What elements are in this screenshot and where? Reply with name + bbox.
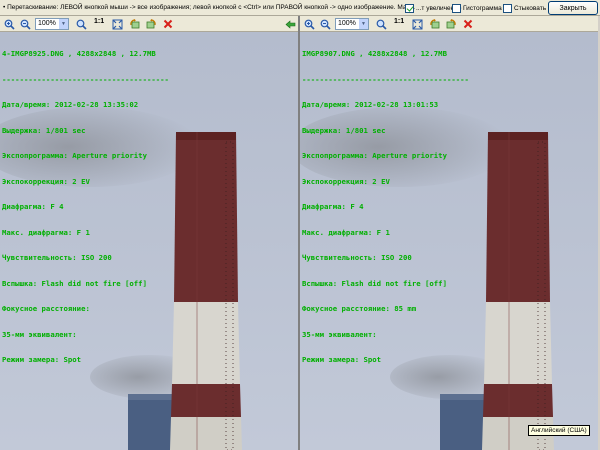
chevron-down-icon[interactable]: ▼ (359, 19, 368, 29)
rotate-left-icon[interactable] (128, 18, 140, 30)
checkbox-box[interactable] (405, 3, 414, 13)
zoom-value: 100% (38, 20, 56, 27)
exif-info-overlay: 4-IMGP8925.DNG , 4288x2848 , 12.7MB ----… (2, 33, 169, 382)
info-line: Выдержка: 1/801 sec (302, 125, 386, 135)
info-line: Выдержка: 1/801 sec (2, 125, 86, 135)
info-line: Чувствительность: ISO 200 (2, 253, 112, 262)
back-arrow-icon[interactable] (284, 18, 296, 30)
image-toolbar: 100% ▼ 1:1 (0, 16, 298, 32)
zoom-select[interactable]: 100% ▼ (35, 18, 69, 30)
info-line: Экспопрограмма: Aperture priority (2, 151, 147, 160)
close-icon[interactable] (462, 18, 474, 30)
info-line: Режим замера: Spot (302, 355, 382, 364)
info-line: Чувствительность: ISO 200 (302, 253, 412, 262)
checkbox-label: Стыковать (514, 4, 547, 12)
fit-window-icon[interactable] (411, 18, 423, 30)
checkbox-label: Гистограмма (463, 4, 502, 12)
checkbox-box[interactable] (503, 3, 512, 13)
info-line: Фокусное расстояние: (2, 304, 90, 313)
fit-window-icon[interactable] (111, 18, 123, 30)
rotate-right-icon[interactable] (145, 18, 157, 30)
info-line: Вспышка: Flash did not fire [off] (2, 278, 147, 288)
checkbox-box[interactable] (452, 3, 461, 13)
info-line: Дата/время: 2012-02-28 13:01:53 (302, 100, 439, 109)
info-line: Вспышка: Flash did not fire [off] (302, 278, 447, 288)
info-line: Фокусное расстояние: 85 mm (302, 304, 417, 313)
info-line: Экспокоррекция: 2 EV (2, 176, 90, 186)
language-tooltip: Английский (США) (528, 425, 590, 436)
info-line: Дата/время: 2012-02-28 13:35:02 (2, 100, 139, 109)
zoom-in-icon[interactable] (303, 18, 315, 30)
zoom-fit-icon[interactable] (375, 18, 387, 30)
right-image-pane[interactable]: 100% ▼ 1:1 IMGP8907.DNG , 4288x2848 , 12… (300, 16, 598, 450)
info-line: Макс. диафрагма: F 1 (2, 227, 90, 237)
histogram-checkbox[interactable]: Гистограмма (452, 3, 502, 13)
info-line: -------------------------------------- (2, 74, 169, 84)
image-toolbar: 100% ▼ 1:1 (300, 16, 598, 32)
info-line: 35-мм эквивалент: (302, 329, 377, 339)
dock-checkbox[interactable]: Стыковать (503, 3, 546, 13)
rotate-left-icon[interactable] (428, 18, 440, 30)
zoom-out-icon[interactable] (19, 18, 31, 30)
actual-size-button[interactable]: 1:1 (94, 18, 104, 25)
zoom-out-icon[interactable] (319, 18, 331, 30)
zoom-value: 100% (338, 20, 356, 27)
rotate-right-icon[interactable] (445, 18, 457, 30)
info-line: Режим замера: Spot (2, 355, 82, 364)
chevron-down-icon[interactable]: ▼ (59, 19, 68, 29)
info-line: Диафрагма: F 4 (302, 202, 364, 211)
exif-info-overlay: IMGP8907.DNG , 4288x2848 , 12.7MB ------… (302, 33, 469, 382)
info-line: Макс. диафрагма: F 1 (302, 227, 390, 237)
info-line: Диафрагма: F 4 (2, 202, 64, 211)
zoom-in-icon[interactable] (3, 18, 15, 30)
actual-size-button[interactable]: 1:1 (394, 18, 404, 25)
info-line: 4-IMGP8925.DNG , 4288x2848 , 12.7MB (2, 49, 156, 58)
left-image-pane[interactable]: 100% ▼ 1:1 4-IMGP8925.DNG , 4288x2848 , … (0, 16, 298, 450)
zoom-select[interactable]: 100% ▼ (335, 18, 369, 30)
drag-hint-text: • Перетаскивание: ЛЕВОЙ кнопкой мыши -> … (3, 4, 416, 11)
close-icon[interactable] (162, 18, 174, 30)
info-line: Экспопрограмма: Aperture priority (302, 151, 447, 160)
zoom-fit-icon[interactable] (75, 18, 87, 30)
info-line: 35-мм эквивалент: (2, 329, 77, 339)
info-line: Экспокоррекция: 2 EV (302, 176, 390, 186)
info-line: -------------------------------------- (302, 74, 469, 84)
close-button[interactable]: Закрыть (548, 1, 598, 15)
info-line: IMGP8907.DNG , 4288x2848 , 12.7MB (302, 49, 447, 58)
top-hint-bar: • Перетаскивание: ЛЕВОЙ кнопкой мыши -> … (0, 0, 600, 16)
